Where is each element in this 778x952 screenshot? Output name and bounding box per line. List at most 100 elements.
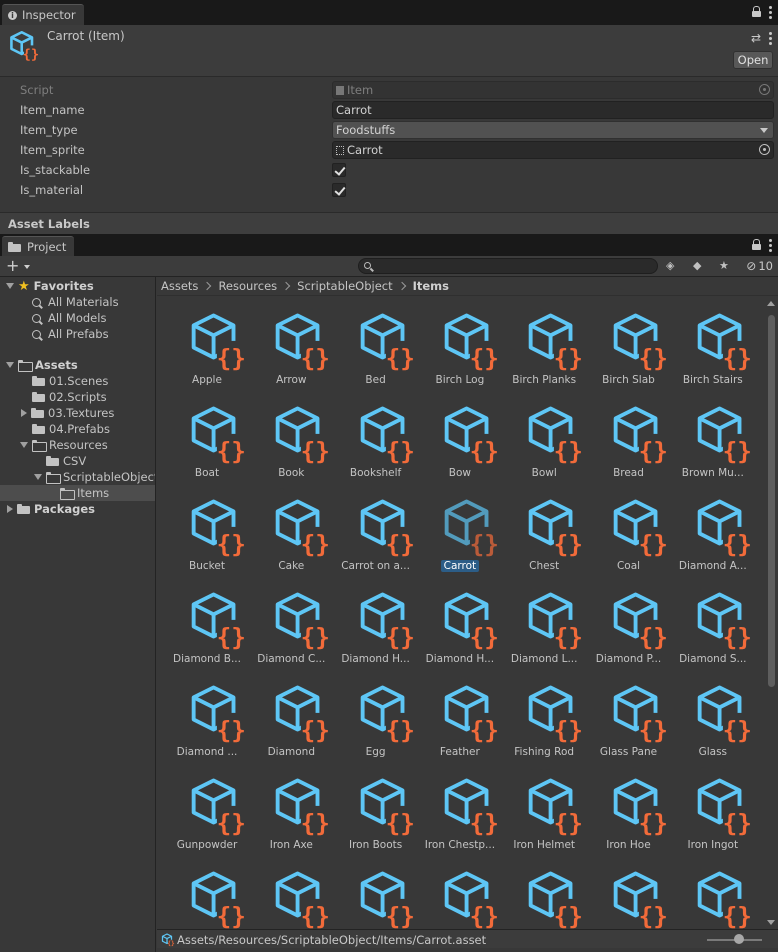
asset-item[interactable]: {} Birch Planks [502,297,586,390]
search-input[interactable] [375,259,655,273]
expand-down-icon[interactable] [34,474,42,480]
asset-item[interactable]: {} Feather [418,669,502,762]
tree-item-favorites[interactable]: ★ Favorites [0,278,155,294]
checkbox-is-stackable[interactable] [332,163,346,177]
asset-item[interactable]: {} [334,855,418,929]
breadcrumb-assets[interactable]: Assets [161,279,198,293]
asset-item[interactable]: {} [249,855,333,929]
asset-item[interactable]: {} Coal [587,483,671,576]
tree-item-all-prefabs[interactable]: All Prefabs [0,326,155,342]
tree-item-all-materials[interactable]: All Materials [0,294,155,310]
expand-right-icon[interactable] [7,505,13,513]
asset-item[interactable]: {} [587,855,671,929]
asset-item[interactable]: {} Bow [418,390,502,483]
asset-item[interactable]: {} [418,855,502,929]
asset-item[interactable]: {} Diamond A... [671,483,755,576]
asset-item[interactable]: {} Iron Ingot [671,762,755,855]
asset-item[interactable]: {} Diamond L... [502,576,586,669]
tab-inspector[interactable]: i Inspector [2,4,84,25]
asset-item[interactable]: {} Bookshelf [334,390,418,483]
asset-item[interactable]: {} Diamond C... [249,576,333,669]
asset-item[interactable]: {} Brown Mu... [671,390,755,483]
tree-item-csv[interactable]: CSV [0,453,155,469]
tree-item-resources[interactable]: Resources [0,437,155,453]
scroll-thumb[interactable] [768,315,775,687]
search-by-type-icon[interactable]: ◈ [666,259,674,272]
asset-item[interactable]: {} Diamond S... [671,576,755,669]
asset-item[interactable]: {} Carrot on a... [334,483,418,576]
expand-down-icon[interactable] [6,283,14,289]
item-name-field[interactable]: Carrot [332,101,774,119]
asset-item[interactable]: {} Diamond B... [165,576,249,669]
tree-item-scriptableobject[interactable]: ScriptableObject [0,469,155,485]
tree-item-assets[interactable]: Assets [0,357,155,373]
asset-item[interactable]: {} Arrow [249,297,333,390]
asset-item[interactable]: {} Diamond H... [334,576,418,669]
checkbox-is-material[interactable] [332,183,346,197]
asset-grid-scrollbar[interactable] [765,297,778,929]
search-by-label-icon[interactable]: ◆ [693,259,701,272]
search-field[interactable] [358,258,658,274]
object-field-item-sprite[interactable]: Carrot [332,141,774,159]
hidden-packages-toggle[interactable]: ⊘ 10 [746,259,773,273]
lock-icon[interactable] [752,6,761,17]
tree-item-02-scripts[interactable]: 02.Scripts [0,389,155,405]
asset-item[interactable]: {} Birch Log [418,297,502,390]
asset-item[interactable]: {} [165,855,249,929]
asset-item[interactable]: {} Cake [249,483,333,576]
expand-right-icon[interactable] [21,409,27,417]
scroll-up-icon[interactable] [767,301,775,306]
asset-item[interactable]: {} Iron Hoe [587,762,671,855]
tree-item-03-textures[interactable]: 03.Textures [0,405,155,421]
asset-item[interactable]: {} Bowl [502,390,586,483]
tab-project[interactable]: Project [2,236,75,256]
asset-item[interactable]: {} Diamond H... [418,576,502,669]
asset-item[interactable]: {} Egg [334,669,418,762]
asset-item[interactable]: {} [671,855,755,929]
asset-labels-bar[interactable]: Asset Labels [0,212,778,234]
create-dropdown-icon[interactable] [24,265,30,269]
asset-item[interactable]: {} Birch Slab [587,297,671,390]
asset-item[interactable]: {} Book [249,390,333,483]
asset-item[interactable]: {} Chest [502,483,586,576]
asset-item[interactable]: {} Carrot [418,483,502,576]
asset-item[interactable]: {} Glass [671,669,755,762]
scroll-down-icon[interactable] [767,920,775,925]
asset-item[interactable]: {} Fishing Rod [502,669,586,762]
open-button[interactable]: Open [733,51,773,69]
favorites-star-icon[interactable]: ★ [719,259,729,272]
preset-icon[interactable]: ⇄ [751,31,761,45]
asset-item[interactable]: {} Diamond ... [165,669,249,762]
item-type-dropdown[interactable]: Foodstuffs [332,121,774,139]
tree-item-04-prefabs[interactable]: 04.Prefabs [0,421,155,437]
lock-icon[interactable] [752,239,761,250]
zoom-slider-knob[interactable] [734,934,744,944]
asset-item[interactable]: {} Boat [165,390,249,483]
tree-item-packages[interactable]: Packages [0,501,155,517]
asset-item[interactable]: {} Diamond [249,669,333,762]
expand-down-icon[interactable] [6,362,14,368]
tree-item-items[interactable]: Items [0,485,155,501]
object-picker-icon[interactable] [759,144,770,155]
breadcrumb-scriptableobject[interactable]: ScriptableObject [297,279,392,293]
asset-item[interactable]: {} Bucket [165,483,249,576]
breadcrumb-resources[interactable]: Resources [218,279,277,293]
asset-item[interactable]: {} Iron Helmet [502,762,586,855]
asset-item[interactable]: {} Birch Stairs [671,297,755,390]
asset-item[interactable]: {} Apple [165,297,249,390]
create-button[interactable]: + [6,258,19,274]
asset-item[interactable]: {} Glass Pane [587,669,671,762]
breadcrumb-items[interactable]: Items [413,279,449,293]
asset-item[interactable]: {} Gunpowder [165,762,249,855]
more-options-icon[interactable] [769,6,772,19]
asset-item[interactable]: {} Iron Boots [334,762,418,855]
tree-item-all-models[interactable]: All Models [0,310,155,326]
asset-item[interactable]: {} Diamond P... [587,576,671,669]
asset-item[interactable]: {} Iron Chestp... [418,762,502,855]
asset-item[interactable]: {} [502,855,586,929]
expand-down-icon[interactable] [20,442,28,448]
asset-item[interactable]: {} Iron Axe [249,762,333,855]
component-menu-icon[interactable] [769,31,772,45]
more-options-icon[interactable] [769,239,772,252]
asset-item[interactable]: {} Bread [587,390,671,483]
